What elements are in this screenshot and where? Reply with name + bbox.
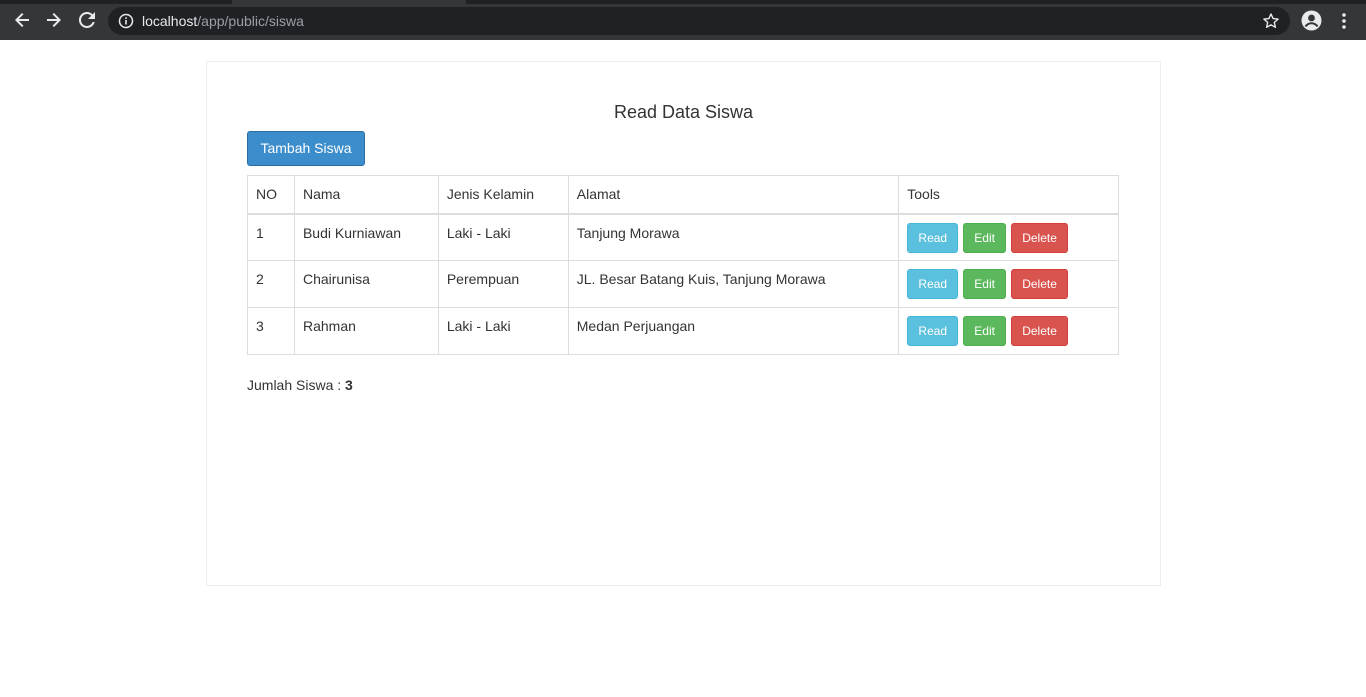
table-row: 3 Rahman Laki - Laki Medan Perjuangan Re… [247,307,1119,355]
page-title: Read Data Siswa [613,102,754,122]
back-arrow-icon[interactable] [12,10,32,30]
read-button[interactable]: Read [907,316,959,346]
cell-jenis-kelamin: Perempuan [437,260,569,308]
cell-alamat: JL. Besar Batang Kuis, Tanjung Morawa [567,260,900,308]
table-row: 1 Budi Kurniawan Laki - Laki Tanjung Mor… [247,213,1119,261]
cell-alamat: Tanjung Morawa [567,213,900,261]
cell-tools: Read Edit Delete [898,307,1119,355]
header-nama: Nama [293,175,439,215]
reload-icon[interactable] [77,10,97,30]
cell-nama: Chairunisa [293,260,439,308]
student-table: NO Nama Jenis Kelamin Alamat Tools 1 Bud… [247,175,1119,355]
forward-arrow-icon[interactable] [44,10,64,30]
url-text[interactable]: localhost/app/public/siswa [142,13,304,29]
header-jenis-kelamin: Jenis Kelamin [437,175,569,215]
cell-no: 3 [247,307,295,355]
add-student-button[interactable]: Tambah Siswa [247,131,365,166]
bookmark-star-icon[interactable] [1262,12,1280,30]
edit-button[interactable]: Edit [963,269,1007,299]
url-path: /app/public/siswa [197,13,304,29]
cell-tools: Read Edit Delete [898,213,1119,261]
cell-nama: Rahman [293,307,439,355]
profile-avatar-icon[interactable] [1301,10,1322,31]
read-button[interactable]: Read [907,269,959,299]
delete-button[interactable]: Delete [1011,316,1069,346]
delete-button[interactable]: Delete [1011,269,1069,299]
table-header-row: NO Nama Jenis Kelamin Alamat Tools [247,175,1119,215]
summary-count: 3 [345,377,353,393]
active-tab[interactable] [232,0,466,4]
table-row: 2 Chairunisa Perempuan JL. Besar Batang … [247,260,1119,308]
cell-jenis-kelamin: Laki - Laki [437,213,569,261]
cell-tools: Read Edit Delete [898,260,1119,308]
url-host: localhost [142,13,198,29]
header-alamat: Alamat [567,175,900,215]
tab-strip [0,0,1366,4]
student-count-summary: Jumlah Siswa : 3 [247,377,353,393]
header-no: NO [247,175,295,215]
cell-nama: Budi Kurniawan [293,213,439,261]
summary-label: Jumlah Siswa : [247,377,346,393]
edit-button[interactable]: Edit [963,222,1007,253]
header-tools: Tools [898,175,1119,215]
edit-button[interactable]: Edit [963,316,1007,346]
cell-alamat: Medan Perjuangan [567,307,900,355]
cell-no: 1 [247,213,295,261]
browser-toolbar: localhost/app/public/siswa [0,0,1366,40]
info-icon[interactable] [118,13,134,29]
delete-button[interactable]: Delete [1011,222,1069,253]
content-panel: Read Data Siswa Tambah Siswa NO Nama Jen… [206,61,1161,586]
cell-jenis-kelamin: Laki - Laki [437,307,569,355]
address-bar[interactable]: localhost/app/public/siswa [108,7,1290,35]
more-menu-icon[interactable] [1336,11,1352,31]
read-button[interactable]: Read [907,222,959,253]
cell-no: 2 [247,260,295,308]
